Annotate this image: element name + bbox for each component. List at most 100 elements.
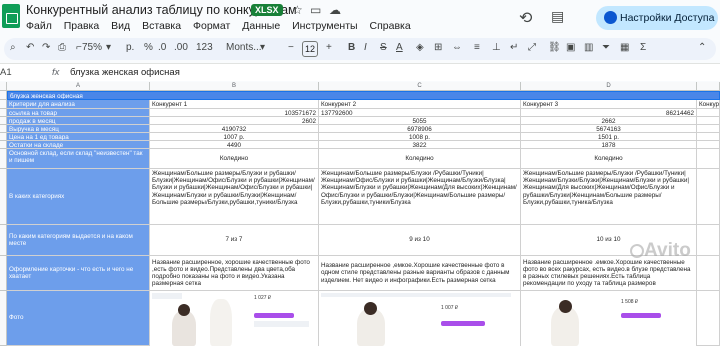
menu-view[interactable]: Вид bbox=[111, 20, 130, 32]
photo-label[interactable]: Фото bbox=[7, 291, 150, 346]
column-header-a[interactable]: A bbox=[7, 82, 150, 91]
cloud-status-icon[interactable]: ☁ bbox=[329, 3, 341, 17]
fill-color-icon[interactable]: ◈ bbox=[416, 42, 424, 53]
row-header[interactable] bbox=[0, 149, 7, 169]
row-header[interactable] bbox=[0, 291, 7, 346]
row-header[interactable] bbox=[0, 133, 7, 141]
criteria-label[interactable]: Критерии для анализа bbox=[7, 100, 150, 109]
bold-button[interactable]: B bbox=[348, 42, 355, 53]
link-cell[interactable]: 86214462 bbox=[521, 109, 697, 117]
product-photo[interactable]: 1 027 ₽ bbox=[150, 291, 319, 346]
menu-help[interactable]: Справка bbox=[370, 20, 411, 32]
column-header-d[interactable]: D bbox=[521, 82, 697, 91]
menu-data[interactable]: Данные bbox=[242, 20, 280, 32]
insert-chart-icon[interactable]: ▥ bbox=[584, 42, 593, 53]
table-title-cell[interactable]: блузка женская офисная bbox=[7, 91, 720, 100]
design-label[interactable]: Оформление карточки - что есть и чего не… bbox=[7, 256, 150, 291]
insert-link-icon[interactable]: ⛓ bbox=[548, 42, 561, 53]
row-header[interactable] bbox=[0, 225, 7, 256]
empty-cell[interactable] bbox=[697, 149, 720, 169]
position-cell[interactable]: 7 из 7 bbox=[150, 225, 319, 256]
stock-cell[interactable]: 4490 bbox=[150, 141, 319, 149]
row-header[interactable] bbox=[0, 256, 7, 291]
price-label[interactable]: Цена на 1 ед товара bbox=[7, 133, 150, 141]
sales-cell[interactable]: 2602 bbox=[150, 117, 319, 125]
menu-format[interactable]: Формат bbox=[193, 20, 230, 32]
price-cell[interactable]: 1501 р. bbox=[521, 133, 697, 141]
warehouse-cell[interactable]: Коледино bbox=[319, 149, 521, 169]
filter-icon[interactable]: ⏷ bbox=[602, 42, 610, 53]
design-cell[interactable]: Название расширенное ,емкое.Хорошие каче… bbox=[319, 256, 521, 291]
version-history-icon[interactable]: ⟲ bbox=[519, 8, 532, 28]
text-wrap-icon[interactable]: ↵ bbox=[510, 42, 518, 53]
zoom-select[interactable]: 75% bbox=[82, 42, 102, 53]
revenue-label[interactable]: Выручка в месяц bbox=[7, 125, 150, 133]
empty-cell[interactable] bbox=[697, 125, 720, 133]
sales-cell[interactable]: 2662 bbox=[521, 117, 697, 125]
revenue-cell[interactable]: 6978906 bbox=[319, 125, 521, 133]
product-photo[interactable]: 1 508 ₽ bbox=[521, 291, 697, 346]
stock-cell[interactable]: 1878 bbox=[521, 141, 697, 149]
stock-label[interactable]: Остатки на складе bbox=[7, 141, 150, 149]
row-header[interactable] bbox=[0, 109, 7, 117]
paint-format-icon[interactable]: ⌐ bbox=[76, 42, 82, 53]
revenue-cell[interactable]: 4190732 bbox=[150, 125, 319, 133]
empty-cell[interactable] bbox=[697, 117, 720, 125]
competitor-header[interactable]: Конкурент 2 bbox=[319, 100, 521, 109]
stock-cell[interactable]: 3822 bbox=[319, 141, 521, 149]
menu-file[interactable]: Файл bbox=[26, 20, 52, 32]
design-cell[interactable]: Название расширенное, хорошие качественн… bbox=[150, 256, 319, 291]
italic-button[interactable]: I bbox=[364, 42, 367, 53]
move-folder-icon[interactable]: ▭ bbox=[310, 3, 321, 17]
spreadsheet-grid[interactable]: A B C D блузка женская офисная Критерии … bbox=[0, 82, 720, 346]
categories-cell[interactable]: Женщинам/Большие размеры/Блузки /Рубашки… bbox=[521, 169, 697, 225]
more-formats-button[interactable]: 123 bbox=[196, 42, 213, 53]
insert-comment-icon[interactable]: ▣ bbox=[566, 42, 575, 53]
product-photo[interactable]: 1 007 ₽ bbox=[319, 291, 521, 346]
share-button[interactable]: Настройки Доступа bbox=[596, 6, 718, 30]
menu-insert[interactable]: Вставка bbox=[142, 20, 181, 32]
row-header[interactable] bbox=[0, 91, 7, 100]
position-cell[interactable]: 9 из 10 bbox=[319, 225, 521, 256]
redo-icon[interactable]: ↷ bbox=[42, 42, 50, 53]
sales-label[interactable]: продаж в месяц bbox=[7, 117, 150, 125]
column-header-b[interactable]: B bbox=[150, 82, 319, 91]
row-header[interactable] bbox=[0, 117, 7, 125]
comments-icon[interactable]: ▤ bbox=[551, 8, 564, 25]
categories-cell[interactable]: Женщинам/Большие размеры/Блузки /Рубашки… bbox=[319, 169, 521, 225]
empty-cell[interactable] bbox=[697, 141, 720, 149]
price-cell[interactable]: 1008 р. bbox=[319, 133, 521, 141]
font-select[interactable]: Monts... bbox=[226, 42, 262, 53]
filter-views-icon[interactable]: ▦ bbox=[620, 42, 629, 53]
vertical-align-icon[interactable]: ⊥ bbox=[492, 42, 501, 53]
categories-cell[interactable]: Женщинам/Большие размеры/Блузки и рубашк… bbox=[150, 169, 319, 225]
row-header[interactable] bbox=[0, 100, 7, 109]
empty-cell[interactable] bbox=[697, 109, 720, 117]
text-rotation-icon[interactable]: ⤢ bbox=[528, 42, 536, 53]
decrease-font-size-icon[interactable]: − bbox=[288, 42, 294, 53]
formula-input[interactable]: блузка женская офисная bbox=[70, 67, 180, 78]
star-icon[interactable]: ☆ bbox=[292, 3, 303, 17]
warehouse-cell[interactable]: Коледино bbox=[150, 149, 319, 169]
sales-cell[interactable]: 5055 bbox=[319, 117, 521, 125]
horizontal-align-icon[interactable]: ≡ bbox=[474, 42, 480, 53]
decrease-decimal-button[interactable]: .0 bbox=[158, 42, 166, 53]
functions-icon[interactable]: Σ bbox=[640, 42, 646, 53]
select-all-corner[interactable] bbox=[0, 82, 7, 91]
text-color-button[interactable]: A bbox=[396, 42, 403, 53]
name-box[interactable]: A1 bbox=[0, 67, 12, 78]
increase-decimal-button[interactable]: .00 bbox=[174, 42, 188, 53]
competitor-header[interactable]: Конкурент 3 bbox=[521, 100, 697, 109]
revenue-cell[interactable]: 5674163 bbox=[521, 125, 697, 133]
font-size-input[interactable]: 12 bbox=[302, 41, 318, 57]
collapse-toolbar-icon[interactable]: ⌃ bbox=[698, 42, 706, 53]
position-label[interactable]: По каким категориям выдается и на каком … bbox=[7, 225, 150, 256]
print-icon[interactable]: ⎙ bbox=[58, 42, 66, 53]
column-header-e[interactable] bbox=[697, 82, 720, 91]
competitor-header[interactable]: Конкурент 1 bbox=[150, 100, 319, 109]
strikethrough-button[interactable]: S bbox=[380, 42, 387, 53]
increase-font-size-icon[interactable]: + bbox=[326, 42, 332, 53]
link-cell[interactable]: 137792600 bbox=[319, 109, 521, 117]
empty-cell[interactable] bbox=[697, 291, 720, 346]
menu-edit[interactable]: Правка bbox=[64, 20, 99, 32]
